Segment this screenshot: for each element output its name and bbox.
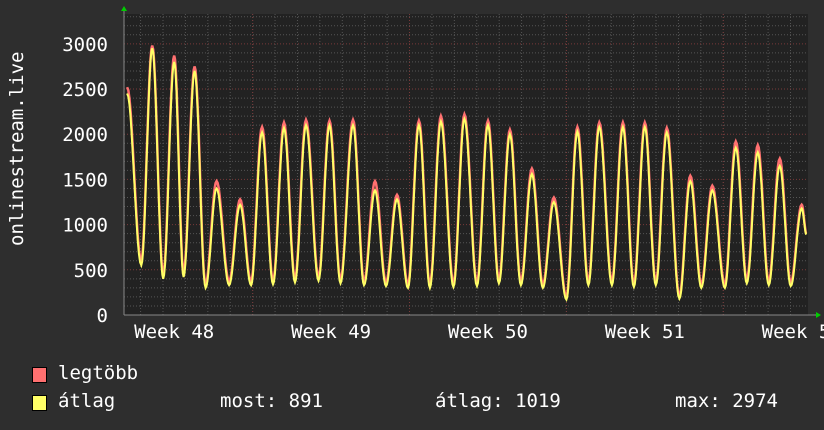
y-axis-label: onlinestream.live: [6, 51, 28, 246]
x-tick-label: Week 51: [605, 321, 685, 343]
y-tick-label: 2000: [62, 124, 108, 146]
legend-stat-most: most: 891: [220, 390, 323, 412]
y-tick-label: 1500: [62, 169, 108, 191]
y-tick-label: 0: [97, 305, 108, 327]
chart-container: 0 500 1000 1500 2000 2500 3000 Week 48 Week 49 We…: [0, 0, 824, 430]
y-tick-label: 1000: [62, 215, 108, 237]
x-tick-label: Week 52: [762, 321, 824, 343]
legend-swatch-avg: [32, 395, 47, 411]
legend-stat-max: max: 2974: [675, 390, 778, 412]
legend-stat-avg: átlag: 1019: [435, 390, 561, 412]
y-tick-label: 2500: [62, 79, 108, 101]
legend-label-avg: átlag: [58, 390, 116, 412]
x-tick-label: Week 50: [448, 321, 528, 343]
x-tick-label: Week 48: [134, 321, 214, 343]
y-axis-arrow-icon: [121, 6, 127, 11]
legend-label-max: legtöbb: [58, 362, 139, 384]
x-axis-arrow-icon: [816, 312, 821, 318]
legend-swatch-max: [32, 367, 47, 383]
y-tick-label: 500: [74, 260, 108, 282]
x-tick-label: Week 49: [291, 321, 371, 343]
y-tick-label: 3000: [62, 34, 108, 56]
